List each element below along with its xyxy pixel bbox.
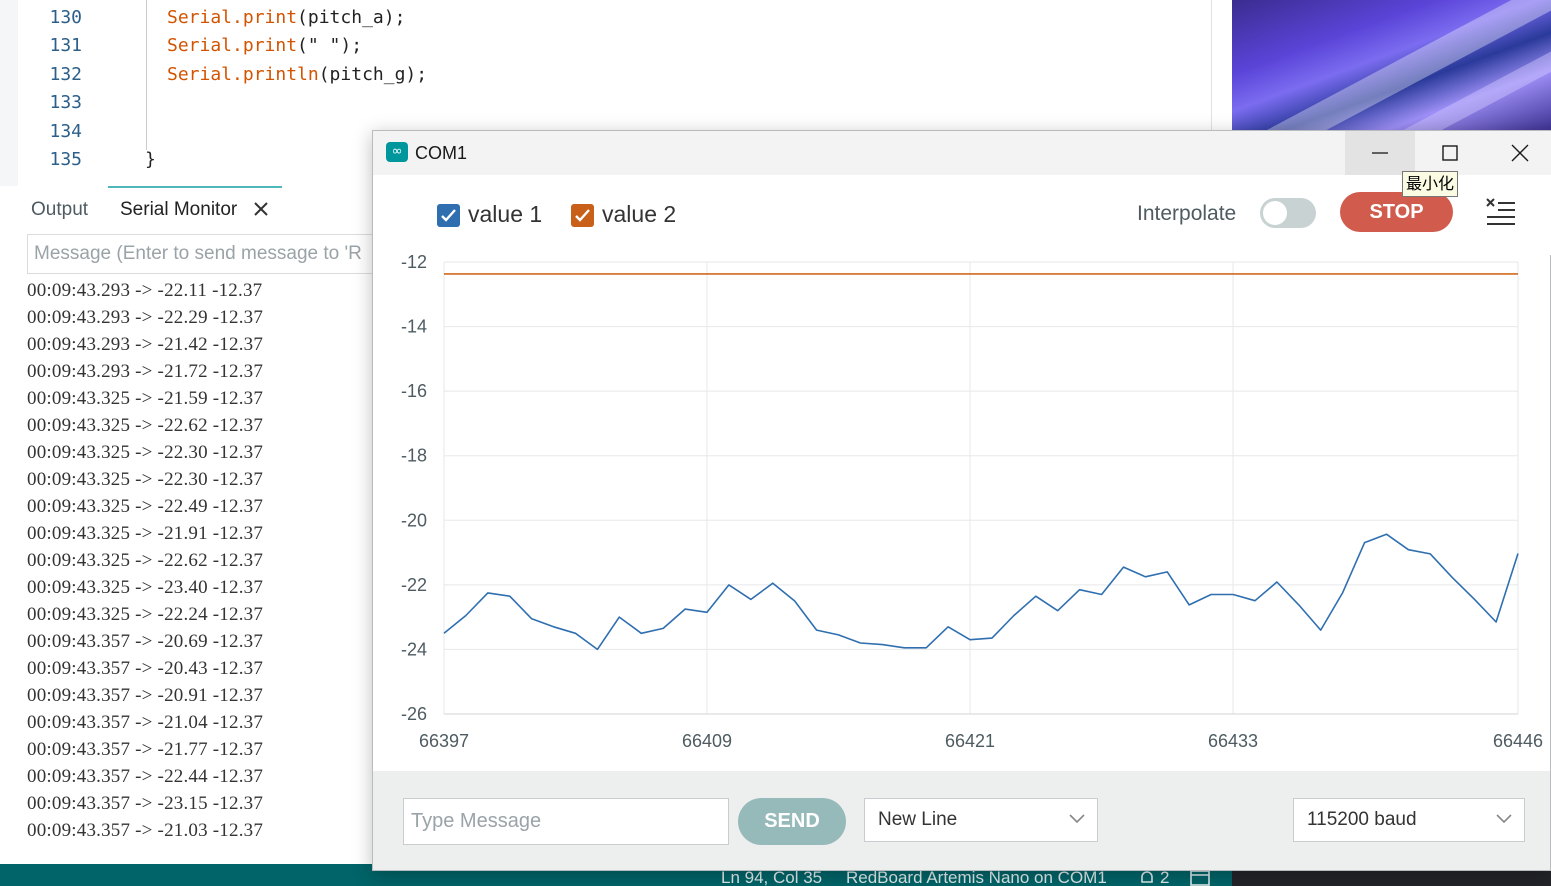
serial-message-field[interactable] bbox=[27, 234, 377, 274]
serial-output-line: 00:09:43.293 -> -21.42 -12.37 bbox=[27, 334, 264, 355]
chevron-down-icon bbox=[1496, 814, 1512, 824]
serial-output-line: 00:09:43.357 -> -22.44 -12.37 bbox=[27, 766, 264, 787]
line-number: 132 bbox=[49, 64, 82, 85]
serial-output-line: 00:09:43.325 -> -22.62 -12.37 bbox=[27, 550, 264, 571]
notification-icon[interactable] bbox=[1138, 869, 1156, 886]
serial-output-line: 00:09:43.357 -> -21.03 -12.37 bbox=[27, 820, 264, 841]
line-number: 130 bbox=[49, 7, 82, 28]
window-titlebar[interactable]: ∞ COM1 bbox=[373, 131, 1551, 175]
line-number: 134 bbox=[49, 121, 82, 142]
serial-plotter-window: ∞ COM1 value 1 value 2 Interpolate STOP bbox=[372, 130, 1551, 871]
minimize-button[interactable] bbox=[1345, 131, 1415, 175]
line-ending-value: New Line bbox=[878, 809, 958, 830]
y-tick-label: -20 bbox=[401, 510, 427, 530]
line-chart[interactable]: -12 -14 -16 -18 -20 -22 -24 -26 66397 66409 66421 6… bbox=[373, 255, 1550, 771]
code-keyword: Serial.print bbox=[167, 35, 298, 56]
stop-button[interactable]: STOP bbox=[1340, 192, 1453, 232]
serial-output-line: 00:09:43.357 -> -20.43 -12.37 bbox=[27, 658, 264, 679]
checkbox-checked-icon[interactable] bbox=[571, 204, 594, 227]
serial-output-line: 00:09:43.357 -> -21.77 -12.37 bbox=[27, 739, 264, 760]
serial-output-line: 00:09:43.293 -> -21.72 -12.37 bbox=[27, 361, 264, 382]
y-tick-label: -22 bbox=[401, 575, 427, 595]
series-label: value 2 bbox=[602, 201, 677, 227]
series-line-value-1 bbox=[443, 533, 1519, 651]
serial-output-line: 00:09:43.357 -> -20.69 -12.37 bbox=[27, 631, 264, 652]
line-number: 131 bbox=[49, 35, 82, 56]
plotter-message-field[interactable] bbox=[403, 798, 729, 845]
y-tick-label: -12 bbox=[401, 255, 427, 272]
chevron-down-icon bbox=[1069, 814, 1085, 824]
plotter-input-bar: SEND New Line 115200 baud bbox=[373, 771, 1550, 870]
baud-rate-value: 115200 baud bbox=[1307, 809, 1417, 830]
code-text: (pitch_a); bbox=[297, 7, 406, 28]
serial-output-line: 00:09:43.357 -> -21.04 -12.37 bbox=[27, 712, 264, 733]
code-text: (pitch_g); bbox=[318, 64, 428, 85]
line-number: 133 bbox=[49, 92, 82, 113]
line-number: 135 bbox=[49, 149, 82, 170]
x-tick-label: 66433 bbox=[1208, 731, 1258, 751]
x-tick-label: 66421 bbox=[945, 731, 995, 751]
window-title: COM1 bbox=[415, 143, 468, 163]
panel-tab-bar: Output Serial Monitor bbox=[18, 186, 378, 234]
code-keyword: Serial.print bbox=[167, 7, 298, 28]
serial-output-line: 00:09:43.325 -> -22.30 -12.37 bbox=[27, 469, 264, 490]
code-text: } bbox=[145, 149, 156, 170]
serial-output-log[interactable]: 00:09:43.293 -> -22.11 -12.37 00:09:43.29… bbox=[18, 280, 378, 864]
plotter-message-input[interactable] bbox=[411, 799, 723, 844]
baud-rate-select[interactable]: 115200 baud bbox=[1293, 798, 1525, 842]
checkbox-checked-icon[interactable] bbox=[437, 204, 460, 227]
y-tick-label: -24 bbox=[401, 639, 427, 659]
close-icon bbox=[1511, 144, 1529, 162]
serial-output-line: 00:09:43.293 -> -22.11 -12.37 bbox=[27, 280, 263, 301]
tab-serial-monitor[interactable]: Serial Monitor bbox=[120, 186, 237, 234]
serial-output-line: 00:09:43.325 -> -21.91 -12.37 bbox=[27, 523, 264, 544]
maximize-button[interactable] bbox=[1415, 131, 1485, 175]
interpolate-toggle[interactable] bbox=[1260, 198, 1316, 228]
code-line[interactable]: 133 bbox=[0, 89, 1213, 117]
serial-output-line: 00:09:43.357 -> -23.15 -12.37 bbox=[27, 793, 264, 814]
serial-output-line: 00:09:43.325 -> -21.59 -12.37 bbox=[27, 388, 264, 409]
maximize-icon bbox=[1442, 145, 1458, 161]
x-tick-label: 66446 bbox=[1493, 731, 1543, 751]
serial-message-input[interactable] bbox=[34, 235, 374, 273]
code-line[interactable]: 132 Serial.println(pitch_g); bbox=[0, 61, 1213, 89]
minimize-tooltip: 最小化 bbox=[1402, 171, 1459, 197]
serial-output-line: 00:09:43.325 -> -22.62 -12.37 bbox=[27, 415, 264, 436]
serial-output-line: 00:09:43.325 -> -22.24 -12.37 bbox=[27, 604, 264, 625]
panel-toggle-icon[interactable] bbox=[1190, 869, 1210, 886]
code-line[interactable]: 130 Serial.print(pitch_a); bbox=[0, 4, 1213, 32]
send-button[interactable]: SEND bbox=[738, 798, 846, 845]
code-line[interactable]: 131 Serial.print(" "); bbox=[0, 32, 1213, 60]
y-tick-label: -26 bbox=[401, 704, 427, 724]
toggle-knob bbox=[1263, 201, 1287, 225]
close-window-button[interactable] bbox=[1485, 131, 1551, 175]
x-tick-label: 66397 bbox=[419, 731, 469, 751]
y-tick-label: -14 bbox=[401, 317, 427, 337]
close-icon[interactable] bbox=[252, 200, 270, 218]
x-tick-label: 66409 bbox=[682, 731, 732, 751]
y-tick-label: -18 bbox=[401, 446, 427, 466]
serial-output-line: 00:09:43.325 -> -22.49 -12.37 bbox=[27, 496, 264, 517]
serial-output-line: 00:09:43.293 -> -22.29 -12.37 bbox=[27, 307, 264, 328]
clear-list-icon bbox=[1486, 198, 1515, 225]
line-ending-select[interactable]: New Line bbox=[864, 798, 1098, 842]
y-tick-label: -16 bbox=[401, 381, 427, 401]
serial-output-line: 00:09:43.357 -> -20.91 -12.37 bbox=[27, 685, 264, 706]
minimize-icon bbox=[1372, 152, 1388, 154]
series-label: value 1 bbox=[468, 201, 543, 227]
arduino-logo-icon: ∞ bbox=[386, 142, 408, 162]
code-keyword: Serial.println bbox=[167, 64, 319, 85]
serial-output-line: 00:09:43.325 -> -22.30 -12.37 bbox=[27, 442, 264, 463]
serial-output-line: 00:09:43.325 -> -23.40 -12.37 bbox=[27, 577, 264, 598]
desktop-wallpaper bbox=[1232, 0, 1551, 132]
clear-plot-button[interactable] bbox=[1485, 197, 1517, 227]
code-text: (" "); bbox=[297, 35, 363, 56]
plotter-toolbar: value 1 value 2 Interpolate STOP bbox=[373, 175, 1551, 255]
interpolate-label: Interpolate bbox=[1137, 202, 1237, 225]
tab-output[interactable]: Output bbox=[31, 186, 88, 234]
